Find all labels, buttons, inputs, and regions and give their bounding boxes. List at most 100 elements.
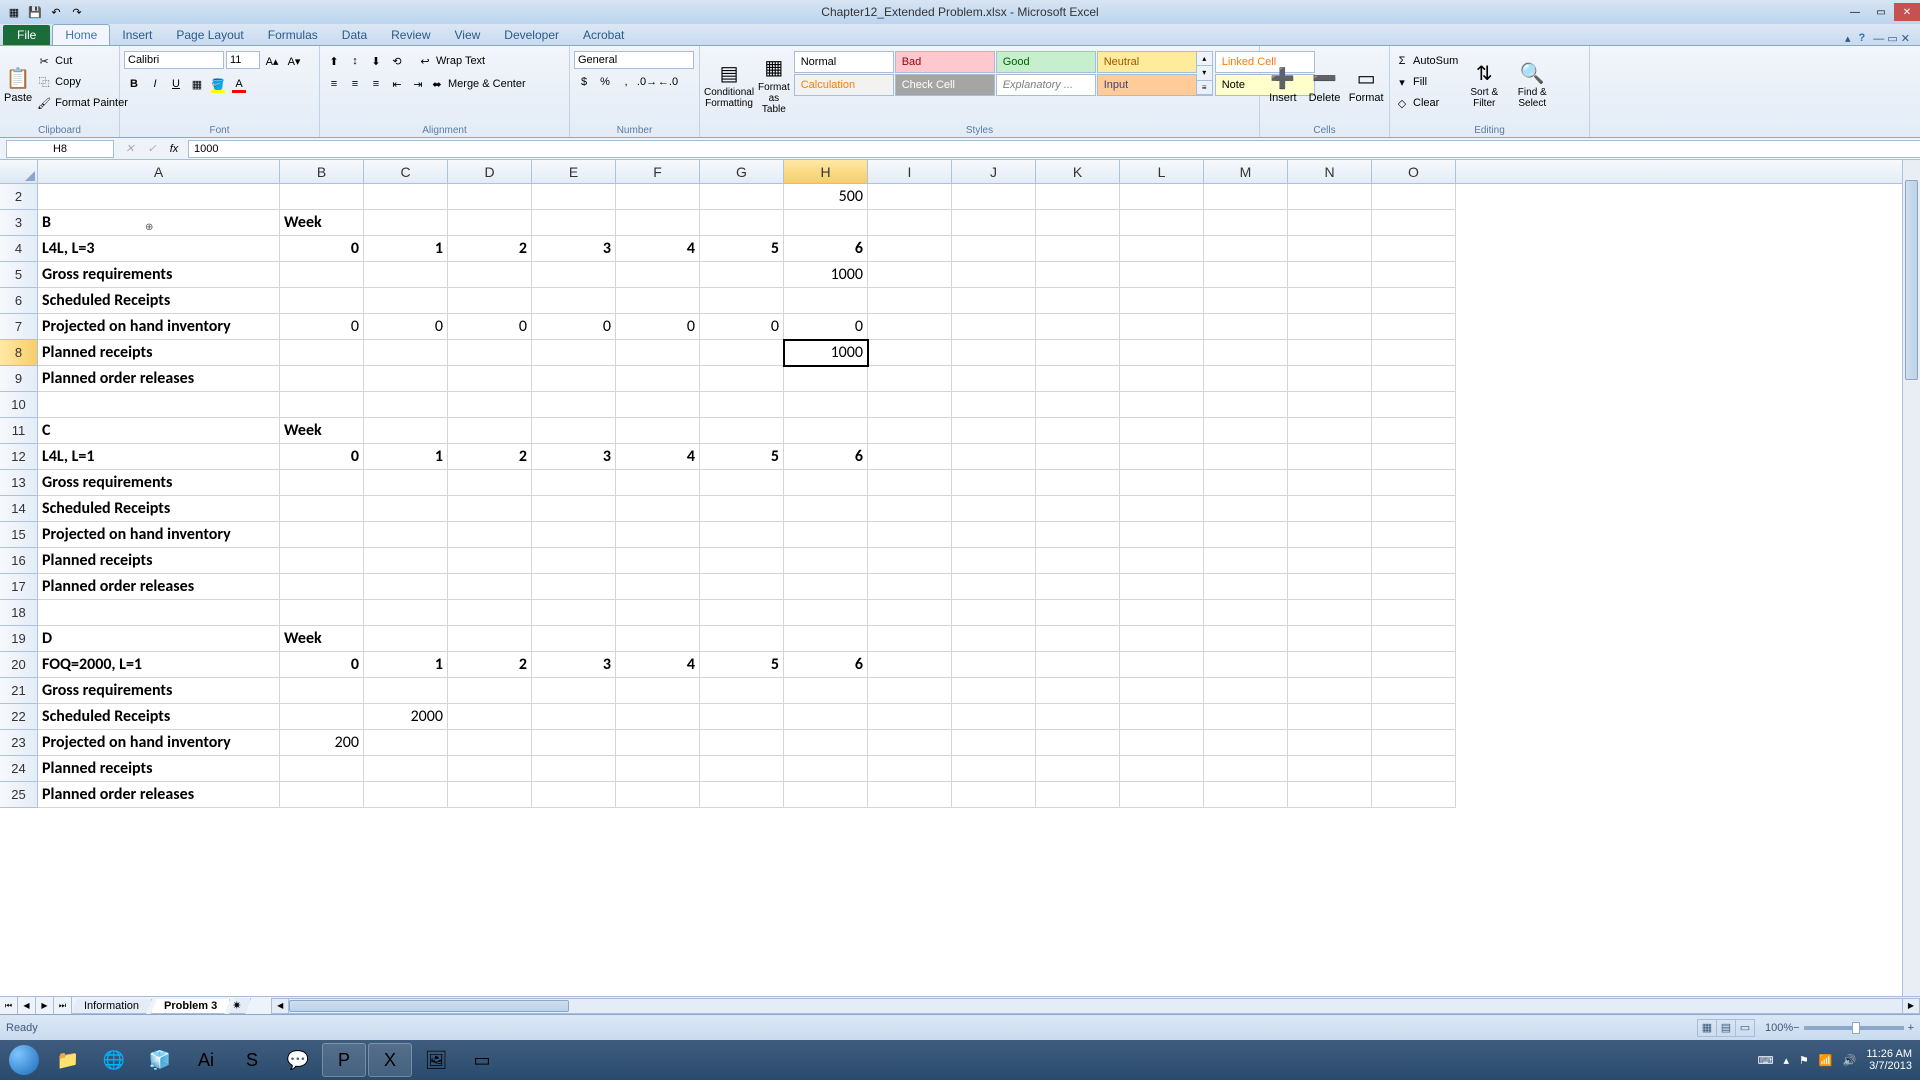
style-explanatory[interactable]: Explanatory ...: [996, 74, 1096, 96]
minimize-button[interactable]: —: [1842, 3, 1868, 21]
cell-E14[interactable]: [532, 496, 616, 522]
row-header-11[interactable]: 11: [0, 418, 38, 444]
cell-L5[interactable]: [1120, 262, 1204, 288]
cell-E15[interactable]: [532, 522, 616, 548]
cell-B20[interactable]: 0: [280, 652, 364, 678]
cell-E13[interactable]: [532, 470, 616, 496]
cell-F10[interactable]: [616, 392, 700, 418]
cell-M8[interactable]: [1204, 340, 1288, 366]
cell-E19[interactable]: [532, 626, 616, 652]
horizontal-scrollbar[interactable]: ◀ ▶: [271, 997, 1920, 1014]
cell-F15[interactable]: [616, 522, 700, 548]
cell-J17[interactable]: [952, 574, 1036, 600]
cell-N22[interactable]: [1288, 704, 1372, 730]
tab-insert[interactable]: Insert: [110, 25, 164, 45]
cell-I14[interactable]: [868, 496, 952, 522]
decrease-indent-icon[interactable]: ⇤: [387, 74, 407, 94]
column-header-N[interactable]: N: [1288, 160, 1372, 183]
tray-up-icon[interactable]: ▴: [1784, 1054, 1790, 1067]
cell-O13[interactable]: [1372, 470, 1456, 496]
cell-H15[interactable]: [784, 522, 868, 548]
cell-C18[interactable]: [364, 600, 448, 626]
cell-J4[interactable]: [952, 236, 1036, 262]
cell-K10[interactable]: [1036, 392, 1120, 418]
cell-I16[interactable]: [868, 548, 952, 574]
cell-I20[interactable]: [868, 652, 952, 678]
vertical-scrollbar[interactable]: [1902, 160, 1920, 996]
cell-D13[interactable]: [448, 470, 532, 496]
taskbar-powerpoint-icon[interactable]: P: [322, 1043, 366, 1077]
cell-L20[interactable]: [1120, 652, 1204, 678]
cell-L24[interactable]: [1120, 756, 1204, 782]
cell-E22[interactable]: [532, 704, 616, 730]
row-header-14[interactable]: 14: [0, 496, 38, 522]
cell-J2[interactable]: [952, 184, 1036, 210]
column-header-L[interactable]: L: [1120, 160, 1204, 183]
sheet-nav-next-icon[interactable]: ▶: [36, 997, 54, 1014]
cell-H25[interactable]: [784, 782, 868, 808]
cell-J3[interactable]: [952, 210, 1036, 236]
fill-color-button[interactable]: 🪣: [208, 74, 228, 94]
cell-D15[interactable]: [448, 522, 532, 548]
cell-M15[interactable]: [1204, 522, 1288, 548]
scroll-left-icon[interactable]: ◀: [271, 998, 289, 1014]
cell-D4[interactable]: 2: [448, 236, 532, 262]
row-header-25[interactable]: 25: [0, 782, 38, 808]
cell-G12[interactable]: 5: [700, 444, 784, 470]
cell-K24[interactable]: [1036, 756, 1120, 782]
tab-developer[interactable]: Developer: [492, 25, 571, 45]
cell-J10[interactable]: [952, 392, 1036, 418]
minimize-ribbon-icon[interactable]: ▴: [1845, 32, 1851, 45]
cell-O15[interactable]: [1372, 522, 1456, 548]
align-left-icon[interactable]: ≡: [324, 74, 344, 94]
cell-D5[interactable]: [448, 262, 532, 288]
sheet-nav-last-icon[interactable]: ⏭: [54, 997, 72, 1014]
cell-A9[interactable]: Planned order releases: [38, 366, 280, 392]
column-header-C[interactable]: C: [364, 160, 448, 183]
cell-O20[interactable]: [1372, 652, 1456, 678]
cell-M11[interactable]: [1204, 418, 1288, 444]
style-neutral[interactable]: Neutral: [1097, 51, 1197, 73]
cell-H18[interactable]: [784, 600, 868, 626]
cell-M12[interactable]: [1204, 444, 1288, 470]
row-header-10[interactable]: 10: [0, 392, 38, 418]
cell-J14[interactable]: [952, 496, 1036, 522]
cell-M3[interactable]: [1204, 210, 1288, 236]
cell-L11[interactable]: [1120, 418, 1204, 444]
cell-C22[interactable]: 2000: [364, 704, 448, 730]
cell-J5[interactable]: [952, 262, 1036, 288]
taskbar-chrome-icon[interactable]: 🌐: [92, 1043, 136, 1077]
cell-B5[interactable]: [280, 262, 364, 288]
name-box[interactable]: H8: [6, 140, 114, 158]
cell-M21[interactable]: [1204, 678, 1288, 704]
cell-A6[interactable]: Scheduled Receipts: [38, 288, 280, 314]
cell-D21[interactable]: [448, 678, 532, 704]
cell-A14[interactable]: Scheduled Receipts: [38, 496, 280, 522]
row-header-17[interactable]: 17: [0, 574, 38, 600]
style-normal[interactable]: Normal: [794, 51, 894, 73]
cell-J9[interactable]: [952, 366, 1036, 392]
cell-G22[interactable]: [700, 704, 784, 730]
cell-H8[interactable]: 1000: [784, 340, 868, 366]
row-header-15[interactable]: 15: [0, 522, 38, 548]
column-header-F[interactable]: F: [616, 160, 700, 183]
cell-M2[interactable]: [1204, 184, 1288, 210]
cell-G18[interactable]: [700, 600, 784, 626]
row-header-18[interactable]: 18: [0, 600, 38, 626]
tab-review[interactable]: Review: [379, 25, 442, 45]
cell-E9[interactable]: [532, 366, 616, 392]
cell-F16[interactable]: [616, 548, 700, 574]
cell-C6[interactable]: [364, 288, 448, 314]
cell-M4[interactable]: [1204, 236, 1288, 262]
taskbar-illustrator-icon[interactable]: Ai: [184, 1043, 228, 1077]
cell-H14[interactable]: [784, 496, 868, 522]
cell-L9[interactable]: [1120, 366, 1204, 392]
cell-C25[interactable]: [364, 782, 448, 808]
cell-J8[interactable]: [952, 340, 1036, 366]
column-header-K[interactable]: K: [1036, 160, 1120, 183]
cell-H11[interactable]: [784, 418, 868, 444]
cell-G16[interactable]: [700, 548, 784, 574]
cell-D25[interactable]: [448, 782, 532, 808]
cell-L13[interactable]: [1120, 470, 1204, 496]
cell-N16[interactable]: [1288, 548, 1372, 574]
